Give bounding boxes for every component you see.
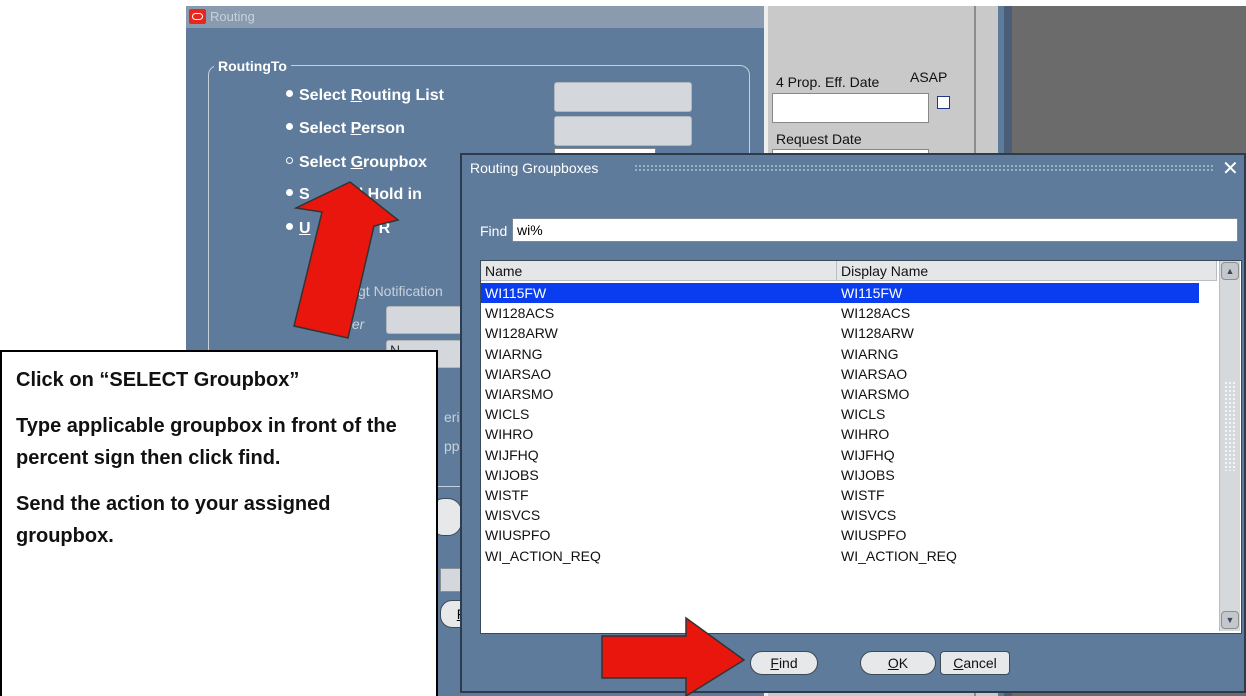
instruction-step-2: Type applicable groupbox in front of the… (16, 415, 397, 469)
red-arrow-right (601, 616, 746, 696)
instruction-step-3: Send the action to your assigned groupbo… (16, 493, 331, 547)
instruction-callout: Click on “SELECT Groupbox” Type applicab… (0, 350, 438, 696)
red-arrow-up (293, 181, 400, 339)
instruction-step-1: Click on “SELECT Groupbox” (16, 369, 300, 391)
